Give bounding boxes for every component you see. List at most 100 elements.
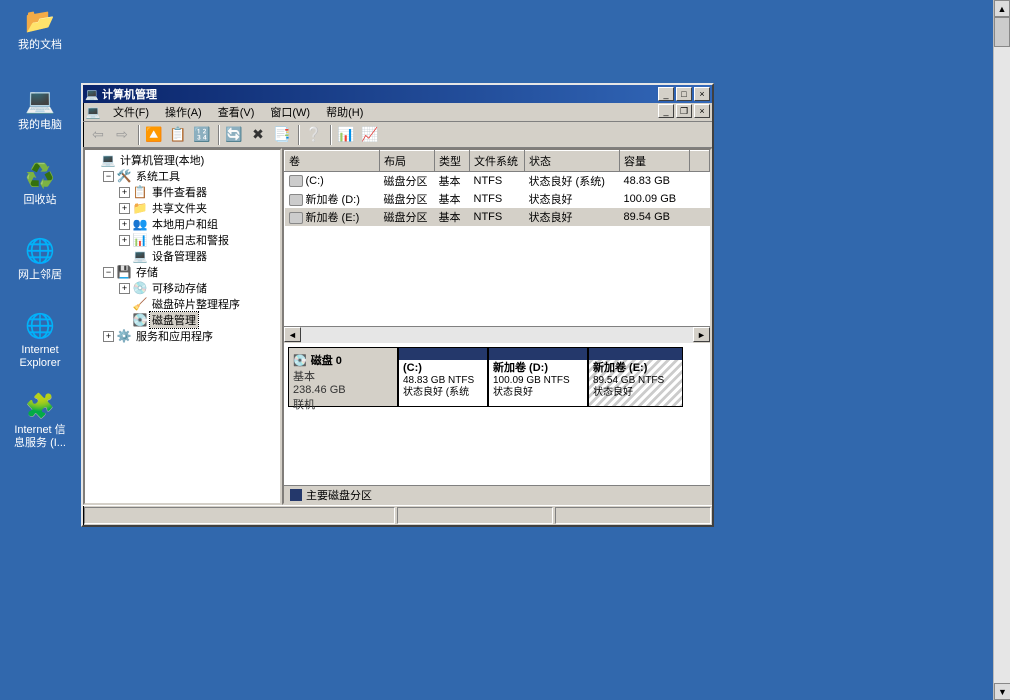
- desktop-icon-label: 回收站: [8, 194, 72, 207]
- network-neighborhood-icon: 🌐: [24, 235, 56, 267]
- tree-node-label: 性能日志和警报: [150, 232, 231, 248]
- desktop-icon-iis[interactable]: 🧩Internet 信息服务 (I...: [8, 390, 72, 450]
- menu-item[interactable]: 操作(A): [157, 105, 210, 121]
- properties-button[interactable]: 🔢: [191, 124, 213, 146]
- expand-icon[interactable]: −: [103, 171, 114, 182]
- column-header[interactable]: 文件系统: [470, 151, 525, 172]
- menu-item[interactable]: 窗口(W): [262, 105, 318, 121]
- tree-node[interactable]: +👥本地用户和组: [87, 216, 278, 232]
- tree-node[interactable]: 💽磁盘管理: [87, 312, 278, 328]
- disk-icon: 💽: [293, 354, 307, 367]
- desktop-icon-label: 网上邻居: [8, 269, 72, 282]
- tree-node-label: 共享文件夹: [150, 200, 209, 216]
- app-icon: 💻: [85, 87, 99, 101]
- my-documents-icon: 📂: [24, 5, 56, 37]
- volume-row[interactable]: 新加卷 (D:)磁盘分区基本NTFS状态良好100.09 GB: [285, 190, 710, 208]
- desktop-icon-label: Internet 信息服务 (I...: [8, 424, 72, 450]
- tree-node-icon: 🛠️: [116, 168, 132, 184]
- desktop-icon-network-neighborhood[interactable]: 🌐 网上邻居: [8, 235, 72, 282]
- tree-node-icon: 💿: [132, 280, 148, 296]
- tree-node-icon: 💾: [116, 264, 132, 280]
- tree-node-label: 本地用户和组: [150, 216, 220, 232]
- forward-button[interactable]: ⇨: [111, 124, 133, 146]
- titlebar[interactable]: 💻 计算机管理 _ □ ×: [83, 85, 712, 103]
- mdi-close-button[interactable]: ×: [694, 104, 710, 118]
- tree-node-label: 设备管理器: [150, 248, 209, 264]
- expand-icon[interactable]: −: [103, 267, 114, 278]
- show-hide-tree-button[interactable]: 📋: [167, 124, 189, 146]
- scroll-right-icon[interactable]: ►: [693, 327, 710, 342]
- volume-row[interactable]: (C:)磁盘分区基本NTFS状态良好 (系统)48.83 GB: [285, 172, 710, 191]
- legend: 主要磁盘分区: [284, 485, 710, 503]
- mmc-icon: 💻: [85, 104, 101, 120]
- expand-icon[interactable]: +: [119, 187, 130, 198]
- scroll-thumb[interactable]: [994, 17, 1010, 47]
- help-button[interactable]: ❔: [303, 124, 325, 146]
- tree-node[interactable]: −🛠️系统工具: [87, 168, 278, 184]
- delete-button[interactable]: ✖: [247, 124, 269, 146]
- tree-node-icon: ⚙️: [116, 328, 132, 344]
- tree-node[interactable]: +📊性能日志和警报: [87, 232, 278, 248]
- maximize-button[interactable]: □: [676, 87, 692, 101]
- properties-icon[interactable]: 📑: [271, 124, 293, 146]
- view-icon[interactable]: 📊: [335, 124, 357, 146]
- desktop-icon-recycle-bin[interactable]: ♻️回收站: [8, 160, 72, 207]
- tree-node[interactable]: 🧹磁盘碎片整理程序: [87, 296, 278, 312]
- back-button[interactable]: ⇦: [87, 124, 109, 146]
- menu-item[interactable]: 帮助(H): [318, 105, 371, 121]
- tree-node[interactable]: +📁共享文件夹: [87, 200, 278, 216]
- column-header[interactable]: 状态: [525, 151, 620, 172]
- desktop-icon-label: InternetExplorer: [8, 344, 72, 370]
- volume-icon: [289, 212, 303, 224]
- column-header[interactable]: 容量: [620, 151, 690, 172]
- list-h-scroll[interactable]: ◄ ►: [284, 326, 710, 343]
- column-header[interactable]: 类型: [435, 151, 470, 172]
- tree-node-label: 事件查看器: [150, 184, 209, 200]
- desktop-icon-internet-explorer[interactable]: 🌐InternetExplorer: [8, 310, 72, 370]
- partition[interactable]: 新加卷 (D:)100.09 GB NTFS状态良好: [488, 347, 588, 407]
- tree-node[interactable]: 💻设备管理器: [87, 248, 278, 264]
- tree-node[interactable]: +⚙️服务和应用程序: [87, 328, 278, 344]
- expand-icon[interactable]: +: [119, 235, 130, 246]
- desktop-icon-my-documents[interactable]: 📂 我的文档: [8, 5, 72, 52]
- expand-icon[interactable]: +: [103, 331, 114, 342]
- tree-node-icon: 📋: [132, 184, 148, 200]
- tree-node[interactable]: +📋事件查看器: [87, 184, 278, 200]
- view2-icon[interactable]: 📈: [359, 124, 381, 146]
- tree-node-label: 计算机管理(本地): [118, 152, 206, 168]
- expand-icon[interactable]: +: [119, 219, 130, 230]
- menu-item[interactable]: 文件(F): [105, 105, 157, 121]
- tree-node[interactable]: −💾存储: [87, 264, 278, 280]
- scroll-left-icon[interactable]: ◄: [284, 327, 301, 342]
- menu-item[interactable]: 查看(V): [210, 105, 263, 121]
- desktop-icon-label: 我的文档: [8, 39, 72, 52]
- mdi-restore-button[interactable]: ❐: [676, 104, 692, 118]
- tree-node-icon: 📁: [132, 200, 148, 216]
- up-button[interactable]: 🔼: [143, 124, 165, 146]
- tree-node-icon: 📊: [132, 232, 148, 248]
- partition[interactable]: 新加卷 (E:)89.54 GB NTFS状态良好: [588, 347, 683, 407]
- desktop-icon-my-computer[interactable]: 💻我的电脑: [8, 85, 72, 132]
- partition[interactable]: (C:)48.83 GB NTFS状态良好 (系统: [398, 347, 488, 407]
- disk-header[interactable]: 💽磁盘 0基本238.46 GB联机: [288, 347, 398, 407]
- volume-row[interactable]: 新加卷 (E:)磁盘分区基本NTFS状态良好89.54 GB: [285, 208, 710, 226]
- minimize-button[interactable]: _: [658, 87, 674, 101]
- tree-node[interactable]: +💿可移动存储: [87, 280, 278, 296]
- volume-list[interactable]: 卷布局类型文件系统状态容量(C:)磁盘分区基本NTFS状态良好 (系统)48.8…: [284, 150, 710, 343]
- column-header[interactable]: 卷: [285, 151, 380, 172]
- refresh-button[interactable]: 🔄: [223, 124, 245, 146]
- expand-icon[interactable]: +: [119, 283, 130, 294]
- page-scrollbar[interactable]: ▲ ▼: [993, 0, 1010, 700]
- tree-node-icon: 💽: [132, 312, 148, 328]
- column-header[interactable]: 布局: [380, 151, 435, 172]
- expand-icon[interactable]: +: [119, 203, 130, 214]
- tree-node[interactable]: 💻计算机管理(本地): [87, 152, 278, 168]
- mdi-minimize-button[interactable]: _: [658, 104, 674, 118]
- tree-node-icon: 💻: [100, 152, 116, 168]
- close-button[interactable]: ×: [694, 87, 710, 101]
- disk-graphical-view[interactable]: 💽磁盘 0基本238.46 GB联机(C:)48.83 GB NTFS状态良好 …: [284, 343, 710, 503]
- scroll-down-icon[interactable]: ▼: [994, 683, 1010, 700]
- scroll-up-icon[interactable]: ▲: [994, 0, 1010, 17]
- console-tree[interactable]: 💻计算机管理(本地)−🛠️系统工具+📋事件查看器+📁共享文件夹+👥本地用户和组+…: [83, 148, 282, 505]
- tree-node-label: 服务和应用程序: [134, 328, 215, 344]
